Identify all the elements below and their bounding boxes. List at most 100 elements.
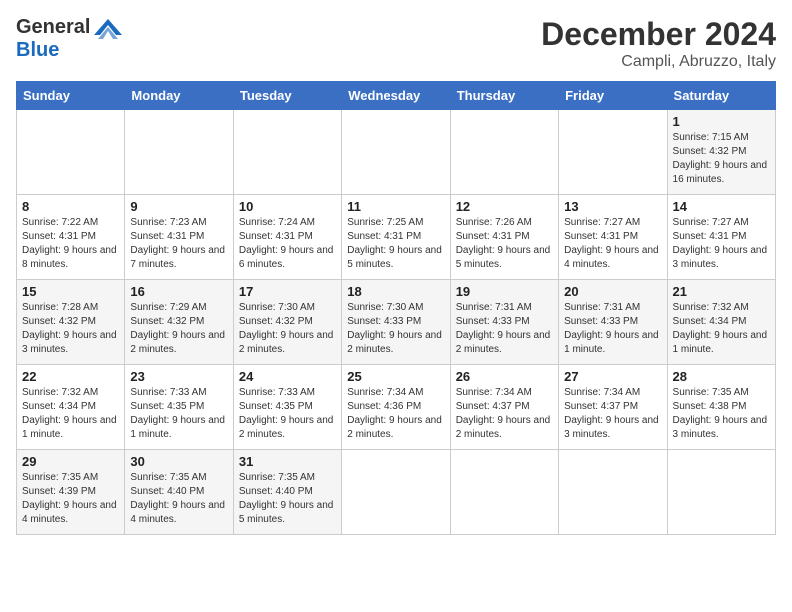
calendar-cell: 16 Sunrise: 7:29 AM Sunset: 4:32 PM Dayl… [125, 280, 233, 365]
day-number: 10 [239, 199, 336, 214]
day-number: 23 [130, 369, 227, 384]
header-friday: Friday [559, 82, 667, 110]
calendar-cell: 18 Sunrise: 7:30 AM Sunset: 4:33 PM Dayl… [342, 280, 450, 365]
calendar-cell [559, 450, 667, 535]
header-sunday: Sunday [17, 82, 125, 110]
day-number: 26 [456, 369, 553, 384]
day-info: Sunrise: 7:31 AM Sunset: 4:33 PM Dayligh… [564, 301, 661, 357]
calendar-cell: 19 Sunrise: 7:31 AM Sunset: 4:33 PM Dayl… [450, 280, 558, 365]
calendar-cell: 25 Sunrise: 7:34 AM Sunset: 4:36 PM Dayl… [342, 365, 450, 450]
day-info: Sunrise: 7:35 AM Sunset: 4:38 PM Dayligh… [673, 386, 770, 442]
calendar-cell: 22 Sunrise: 7:32 AM Sunset: 4:34 PM Dayl… [17, 365, 125, 450]
day-info: Sunrise: 7:31 AM Sunset: 4:33 PM Dayligh… [456, 301, 553, 357]
day-number: 25 [347, 369, 444, 384]
calendar-cell: 11 Sunrise: 7:25 AM Sunset: 4:31 PM Dayl… [342, 195, 450, 280]
day-number: 29 [22, 454, 119, 469]
day-number: 8 [22, 199, 119, 214]
day-info: Sunrise: 7:15 AM Sunset: 4:32 PM Dayligh… [673, 131, 770, 187]
logo: General Blue [16, 16, 122, 62]
day-number: 16 [130, 284, 227, 299]
calendar-cell: 15 Sunrise: 7:28 AM Sunset: 4:32 PM Dayl… [17, 280, 125, 365]
calendar-cell: 12 Sunrise: 7:26 AM Sunset: 4:31 PM Dayl… [450, 195, 558, 280]
calendar-cell: 24 Sunrise: 7:33 AM Sunset: 4:35 PM Dayl… [233, 365, 341, 450]
day-info: Sunrise: 7:33 AM Sunset: 4:35 PM Dayligh… [239, 386, 336, 442]
calendar-cell: 20 Sunrise: 7:31 AM Sunset: 4:33 PM Dayl… [559, 280, 667, 365]
month-title: December 2024 [541, 16, 776, 53]
day-number: 22 [22, 369, 119, 384]
calendar-cell: 26 Sunrise: 7:34 AM Sunset: 4:37 PM Dayl… [450, 365, 558, 450]
day-info: Sunrise: 7:35 AM Sunset: 4:40 PM Dayligh… [130, 471, 227, 527]
calendar-cell: 21 Sunrise: 7:32 AM Sunset: 4:34 PM Dayl… [667, 280, 775, 365]
calendar-cell: 8 Sunrise: 7:22 AM Sunset: 4:31 PM Dayli… [17, 195, 125, 280]
calendar-cell: 1 Sunrise: 7:15 AM Sunset: 4:32 PM Dayli… [667, 110, 775, 195]
day-info: Sunrise: 7:22 AM Sunset: 4:31 PM Dayligh… [22, 216, 119, 272]
calendar-cell [342, 110, 450, 195]
calendar-cell: 31 Sunrise: 7:35 AM Sunset: 4:40 PM Dayl… [233, 450, 341, 535]
calendar-cell: 29 Sunrise: 7:35 AM Sunset: 4:39 PM Dayl… [17, 450, 125, 535]
header-tuesday: Tuesday [233, 82, 341, 110]
calendar-cell: 9 Sunrise: 7:23 AM Sunset: 4:31 PM Dayli… [125, 195, 233, 280]
calendar-cell [667, 450, 775, 535]
calendar-cell: 28 Sunrise: 7:35 AM Sunset: 4:38 PM Dayl… [667, 365, 775, 450]
calendar-cell: 23 Sunrise: 7:33 AM Sunset: 4:35 PM Dayl… [125, 365, 233, 450]
day-number: 14 [673, 199, 770, 214]
day-number: 31 [239, 454, 336, 469]
calendar-week-3: 15 Sunrise: 7:28 AM Sunset: 4:32 PM Dayl… [17, 280, 776, 365]
calendar-week-5: 29 Sunrise: 7:35 AM Sunset: 4:39 PM Dayl… [17, 450, 776, 535]
day-number: 27 [564, 369, 661, 384]
day-number: 15 [22, 284, 119, 299]
day-number: 30 [130, 454, 227, 469]
calendar-week-4: 22 Sunrise: 7:32 AM Sunset: 4:34 PM Dayl… [17, 365, 776, 450]
day-info: Sunrise: 7:27 AM Sunset: 4:31 PM Dayligh… [564, 216, 661, 272]
day-info: Sunrise: 7:34 AM Sunset: 4:37 PM Dayligh… [456, 386, 553, 442]
day-info: Sunrise: 7:34 AM Sunset: 4:37 PM Dayligh… [564, 386, 661, 442]
day-number: 13 [564, 199, 661, 214]
day-number: 24 [239, 369, 336, 384]
header-monday: Monday [125, 82, 233, 110]
calendar-table: SundayMondayTuesdayWednesdayThursdayFrid… [16, 81, 776, 535]
calendar-cell [233, 110, 341, 195]
day-info: Sunrise: 7:23 AM Sunset: 4:31 PM Dayligh… [130, 216, 227, 272]
calendar-cell [342, 450, 450, 535]
calendar-week-1: 1 Sunrise: 7:15 AM Sunset: 4:32 PM Dayli… [17, 110, 776, 195]
calendar-cell: 27 Sunrise: 7:34 AM Sunset: 4:37 PM Dayl… [559, 365, 667, 450]
day-number: 20 [564, 284, 661, 299]
day-number: 18 [347, 284, 444, 299]
day-number: 17 [239, 284, 336, 299]
day-info: Sunrise: 7:35 AM Sunset: 4:39 PM Dayligh… [22, 471, 119, 527]
day-info: Sunrise: 7:35 AM Sunset: 4:40 PM Dayligh… [239, 471, 336, 527]
logo-blue: Blue [16, 39, 122, 62]
day-info: Sunrise: 7:29 AM Sunset: 4:32 PM Dayligh… [130, 301, 227, 357]
day-info: Sunrise: 7:26 AM Sunset: 4:31 PM Dayligh… [456, 216, 553, 272]
day-info: Sunrise: 7:30 AM Sunset: 4:33 PM Dayligh… [347, 301, 444, 357]
day-number: 28 [673, 369, 770, 384]
calendar-cell: 14 Sunrise: 7:27 AM Sunset: 4:31 PM Dayl… [667, 195, 775, 280]
calendar-cell [450, 110, 558, 195]
calendar-cell: 10 Sunrise: 7:24 AM Sunset: 4:31 PM Dayl… [233, 195, 341, 280]
day-info: Sunrise: 7:25 AM Sunset: 4:31 PM Dayligh… [347, 216, 444, 272]
day-number: 1 [673, 114, 770, 129]
day-number: 21 [673, 284, 770, 299]
header-thursday: Thursday [450, 82, 558, 110]
logo-icon [94, 17, 122, 39]
day-info: Sunrise: 7:34 AM Sunset: 4:36 PM Dayligh… [347, 386, 444, 442]
calendar-cell: 30 Sunrise: 7:35 AM Sunset: 4:40 PM Dayl… [125, 450, 233, 535]
calendar-cell: 13 Sunrise: 7:27 AM Sunset: 4:31 PM Dayl… [559, 195, 667, 280]
day-info: Sunrise: 7:27 AM Sunset: 4:31 PM Dayligh… [673, 216, 770, 272]
calendar-cell [559, 110, 667, 195]
day-info: Sunrise: 7:30 AM Sunset: 4:32 PM Dayligh… [239, 301, 336, 357]
calendar-header-row: SundayMondayTuesdayWednesdayThursdayFrid… [17, 82, 776, 110]
calendar-cell [125, 110, 233, 195]
day-number: 19 [456, 284, 553, 299]
day-info: Sunrise: 7:24 AM Sunset: 4:31 PM Dayligh… [239, 216, 336, 272]
calendar-cell: 17 Sunrise: 7:30 AM Sunset: 4:32 PM Dayl… [233, 280, 341, 365]
calendar-cell [450, 450, 558, 535]
logo-general: General [16, 16, 90, 39]
location-title: Campli, Abruzzo, Italy [541, 53, 776, 71]
day-info: Sunrise: 7:28 AM Sunset: 4:32 PM Dayligh… [22, 301, 119, 357]
day-info: Sunrise: 7:32 AM Sunset: 4:34 PM Dayligh… [673, 301, 770, 357]
title-block: December 2024 Campli, Abruzzo, Italy [541, 16, 776, 71]
day-info: Sunrise: 7:33 AM Sunset: 4:35 PM Dayligh… [130, 386, 227, 442]
day-number: 12 [456, 199, 553, 214]
header-wednesday: Wednesday [342, 82, 450, 110]
